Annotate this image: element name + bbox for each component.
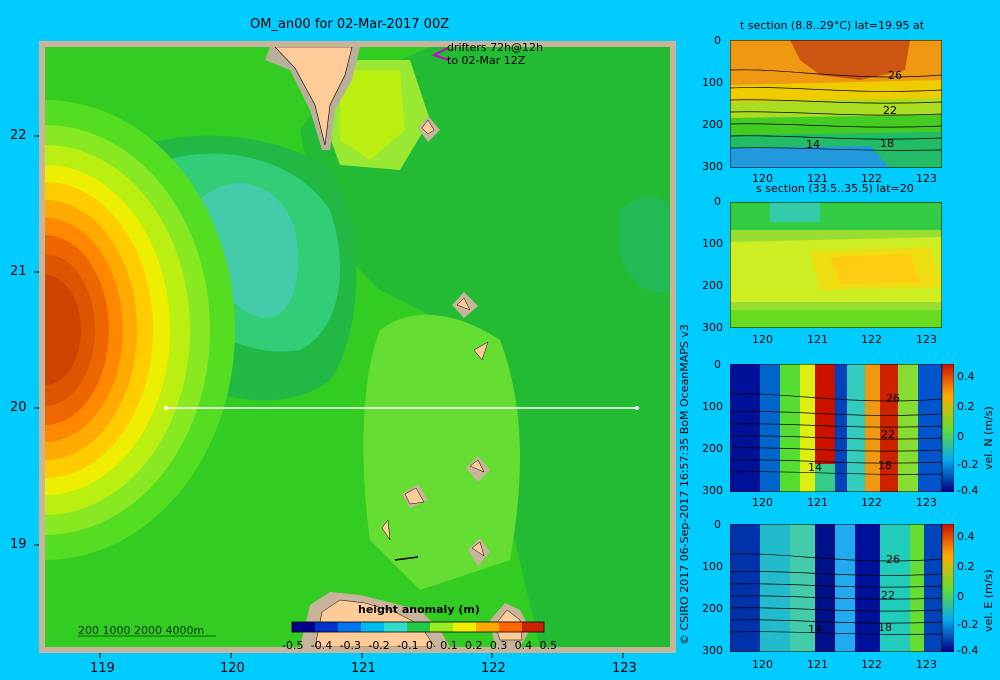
map-y-tick: 21 [10,264,27,279]
colorbar-tick: -0.2 [957,458,979,471]
colorbar-tick: -0.4 [957,484,979,497]
y-tick: 100 [702,76,723,89]
colorbar-tick: -0.3 [339,639,362,652]
velocity-east-colorbar [942,524,954,652]
colorbar-tick: 0.1 [440,639,458,652]
y-tick: 0 [714,195,721,208]
colorbar-tick: 0.2 [957,400,975,413]
map-y-tick: 19 [10,537,27,552]
colorbar-tick: 0.4 [957,530,975,543]
panel-title: t section (8.8..29°C) lat=19.95 at [740,19,925,32]
x-tick: 123 [916,658,937,671]
y-tick: 200 [702,118,723,131]
salinity-section-plot[interactable] [730,202,942,328]
y-tick: 0 [714,518,721,531]
colorbar-tick: 0.2 [957,560,975,573]
temperature-section-plot[interactable] [730,40,942,168]
contour-label: 18 [878,459,892,472]
x-tick: 122 [861,496,882,509]
velocity-east-section-plot[interactable] [730,524,942,652]
colorbar-tick: 0.5 [539,639,557,652]
map-x-tick: 121 [351,661,376,676]
credit-text: © CSIRO 2017 06-Sep-2017 16:57:35 BoM Oc… [678,324,691,645]
velocity-north-colorbar [942,364,954,492]
x-tick: 121 [807,658,828,671]
colorbar-tick: 0.4 [957,370,975,383]
contour-label: 22 [883,104,897,117]
colorbar-label: height anomaly (m) [358,603,480,616]
x-tick: 122 [861,658,882,671]
x-tick: 123 [916,333,937,346]
colorbar-tick: 0.3 [489,639,508,652]
y-tick: 200 [702,602,723,615]
colorbar-tick: -0.5 [282,639,304,652]
panel-title: s section (33.5..35.5) lat=20 [756,182,914,195]
contour-label: 22 [881,428,895,441]
x-tick: 123 [916,172,937,185]
colorbar-tick: 0 [957,430,964,443]
height-colorbar [291,621,545,633]
colorbar-tick: -0.1 [397,639,419,652]
colorbar-tick: 0 [957,590,964,603]
map-y-tick: 22 [10,128,27,143]
y-tick: 100 [702,560,723,573]
x-tick: 121 [807,333,828,346]
map-x-tick: 120 [220,661,245,676]
map-x-tick: 119 [90,661,115,676]
colorbar-tick: 0.2 [465,639,483,652]
y-tick: 200 [702,442,723,455]
y-tick: 100 [702,400,723,413]
x-tick: 120 [752,333,773,346]
x-tick: 120 [752,496,773,509]
y-tick: 300 [702,644,723,657]
y-tick: 300 [702,484,723,497]
height-anomaly-field [45,47,670,647]
velocity-north-section-plot[interactable] [730,364,942,492]
contour-label: 18 [878,621,892,634]
y-tick: 0 [714,34,721,47]
contour-label: 22 [881,589,895,602]
map-y-tick: 20 [10,400,27,415]
section-start-point [164,406,168,410]
y-tick: 0 [714,358,721,371]
contour-label: 26 [886,392,900,405]
contour-label: 14 [808,623,822,636]
colorbar-label: vel. E (m/s) [982,569,995,632]
map-x-tick: 123 [612,661,637,676]
colorbar-tick: 0.4 [514,639,533,652]
colorbar-tick: -0.4 [310,639,333,652]
colorbar-ticks: -0.5 -0.4 -0.3 -0.2 -0.1 0 0.1 0.2 0.3 0… [282,639,557,652]
x-tick: 122 [861,333,882,346]
colorbar-label: vel. N (m/s) [982,406,995,470]
x-tick: 121 [807,496,828,509]
contour-label: 18 [880,137,894,150]
depth-scale-label: 200 1000 2000 4000m [78,624,205,637]
drifter-label-2: to 02-Mar 12Z [447,54,526,67]
section-end-point [635,406,639,410]
contour-label: 14 [808,461,822,474]
contour-label: 14 [806,138,820,151]
colorbar-tick: 0 [425,639,433,652]
y-tick: 200 [702,279,723,292]
drifter-label-1: drifters 72h@12h [447,41,544,54]
y-tick: 300 [702,160,723,173]
colorbar-tick: -0.2 [957,618,979,631]
y-tick: 300 [702,321,723,334]
contour-label: 26 [888,69,902,82]
contour-label: 26 [886,553,900,566]
x-tick: 123 [916,496,937,509]
colorbar-tick: -0.4 [957,644,979,657]
y-tick: 100 [702,237,723,250]
x-tick: 120 [752,658,773,671]
map-x-tick: 122 [481,661,506,676]
colorbar-tick: -0.2 [368,639,390,652]
